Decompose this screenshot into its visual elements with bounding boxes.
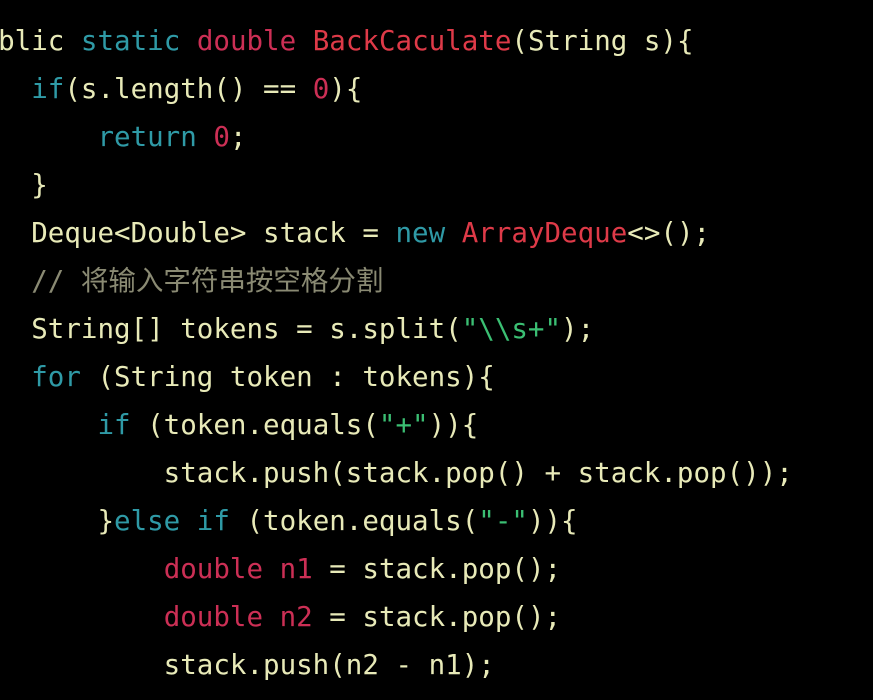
- code-token-plain: <>();: [627, 217, 711, 249]
- code-token-plain: (String s){: [511, 25, 694, 57]
- code-token-plain: ){: [329, 73, 363, 105]
- code-token-cmt: // 将输入字符串按空格分割: [0, 265, 384, 297]
- code-line[interactable]: return 0;: [0, 113, 793, 161]
- code-token-plain: (s.length() ==: [64, 73, 313, 105]
- code-block[interactable]: public static double BackCaculate(String…: [0, 17, 793, 689]
- code-token-plain: ;: [229, 121, 247, 153]
- code-token-kw: new: [395, 217, 462, 249]
- code-token-type: double: [163, 601, 280, 633]
- code-token-str: "\\s+": [461, 313, 562, 345]
- code-line[interactable]: for (String token : tokens){: [0, 353, 793, 401]
- code-line[interactable]: public static double BackCaculate(String…: [0, 17, 793, 65]
- code-token-num: 0: [312, 73, 330, 105]
- code-line[interactable]: }else if (token.equals("-")){: [0, 497, 793, 545]
- code-token-str: "-": [478, 505, 528, 537]
- code-token-plain: )){: [428, 409, 479, 441]
- code-token-kw: else if: [114, 505, 247, 537]
- code-token-plain: blic: [0, 25, 81, 57]
- code-line[interactable]: }: [0, 161, 793, 209]
- code-token-str: "+": [378, 409, 429, 441]
- code-line[interactable]: stack.push(stack.pop() + stack.pop());: [0, 449, 793, 497]
- code-token-type: n2: [279, 601, 313, 633]
- code-token-plain: String[] tokens = s.split(: [0, 313, 462, 345]
- code-token-plain: stack.push(stack.pop() + stack.pop());: [0, 457, 793, 489]
- code-line[interactable]: if(s.length() == 0){: [0, 65, 793, 113]
- code-token-plain: );: [561, 313, 595, 345]
- code-token-plain: (token.equals(: [147, 409, 379, 441]
- code-token-kw: return: [97, 121, 214, 153]
- code-token-type: double: [196, 25, 313, 57]
- code-token-plain: stack.push(n2 - n1);: [0, 649, 495, 681]
- code-line[interactable]: if (token.equals("+")){: [0, 401, 793, 449]
- code-line[interactable]: Deque<Double> stack = new ArrayDeque<>()…: [0, 209, 793, 257]
- code-token-fn: BackCaculate: [312, 25, 512, 57]
- code-token-plain: = stack.pop();: [312, 553, 562, 585]
- code-token-plain: }: [31, 169, 48, 201]
- code-token-plain: (String token : tokens){: [97, 361, 495, 393]
- code-token-plain: }: [97, 505, 115, 537]
- code-line[interactable]: // 将输入字符串按空格分割: [0, 257, 793, 305]
- code-token-kw: static: [80, 25, 197, 57]
- code-token-plain: = stack.pop();: [312, 601, 562, 633]
- code-token-num: 0: [213, 121, 230, 153]
- code-token-kw: for: [31, 361, 98, 393]
- code-token-plain: )){: [527, 505, 578, 537]
- code-token-kw: if: [31, 73, 65, 105]
- code-token-type: double: [163, 553, 280, 585]
- code-token-type: n1: [279, 553, 313, 585]
- code-token-kw: if: [97, 409, 148, 441]
- code-token-fn: ArrayDeque: [461, 217, 628, 249]
- code-line[interactable]: double n1 = stack.pop();: [0, 545, 793, 593]
- code-token-plain: (token.equals(: [246, 505, 479, 537]
- code-line[interactable]: double n2 = stack.pop();: [0, 593, 793, 641]
- code-line[interactable]: String[] tokens = s.split("\\s+");: [0, 305, 793, 353]
- code-editor[interactable]: public static double BackCaculate(String…: [0, 0, 873, 700]
- code-token-plain: Deque<Double> stack =: [0, 217, 396, 249]
- code-line[interactable]: stack.push(n2 - n1);: [0, 641, 793, 689]
